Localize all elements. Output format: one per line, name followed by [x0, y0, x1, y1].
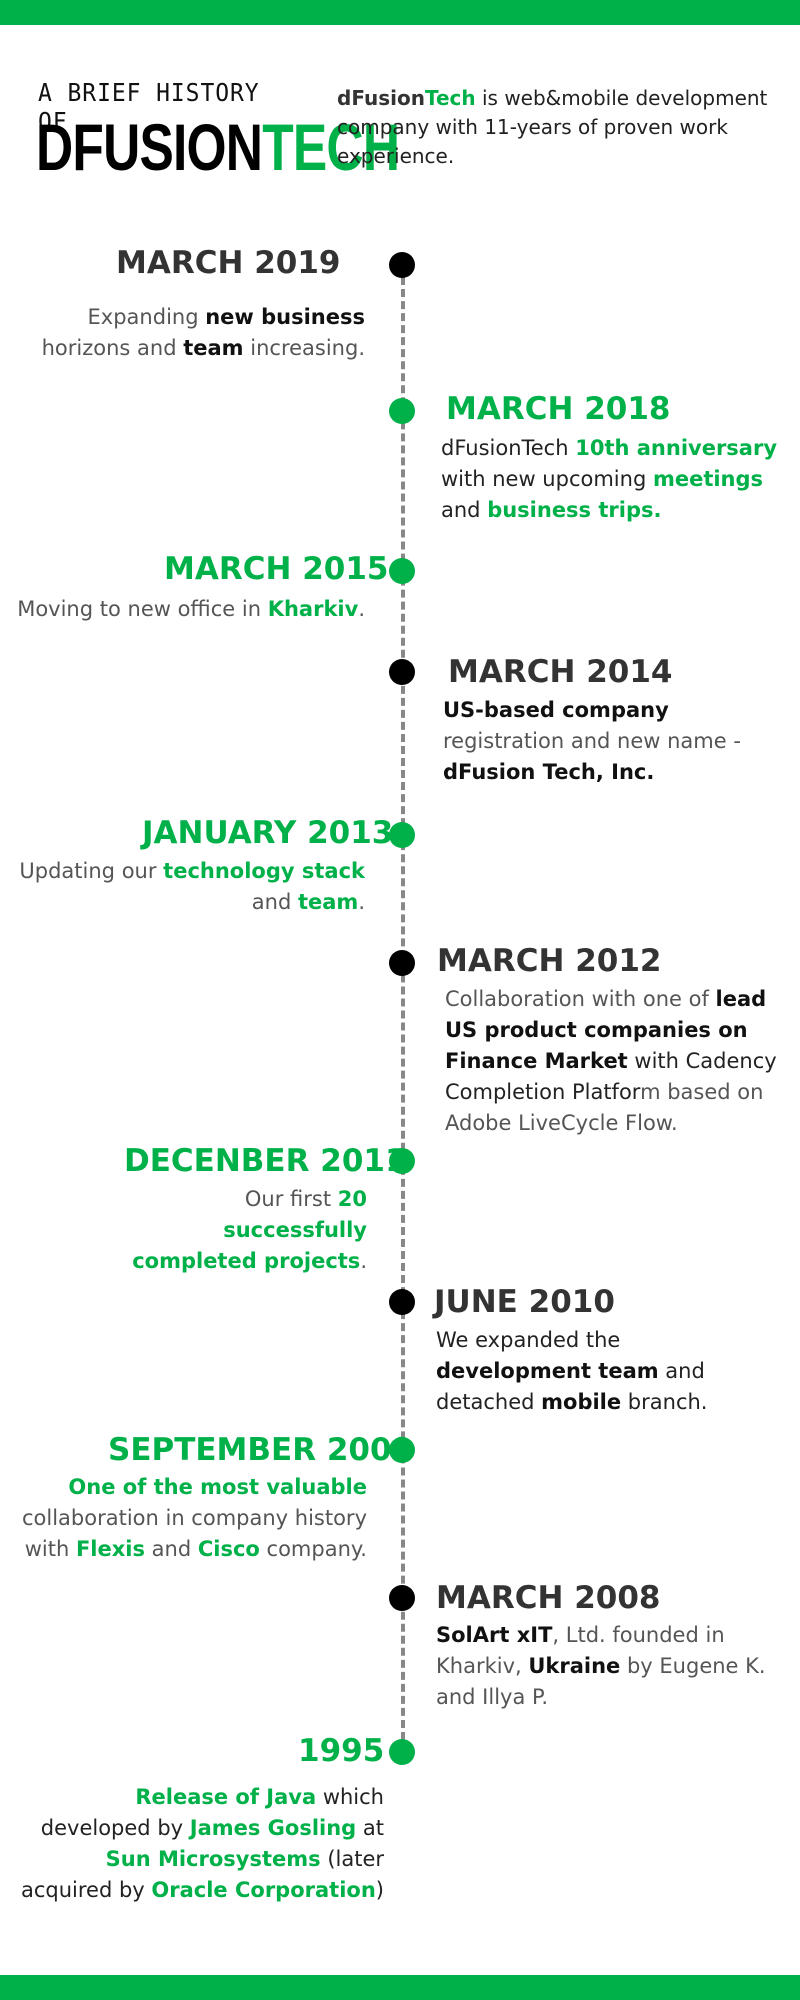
event-description: SolArt xIT, Ltd. founded in Kharkiv, Ukr…: [436, 1623, 766, 1709]
event-date: MARCH 2018: [446, 391, 671, 427]
event-description: Our first 20 successfully completed proj…: [132, 1187, 367, 1273]
intro-name-dfusion: dFusion: [337, 86, 425, 110]
event-description: Expanding new business horizons and team…: [41, 305, 365, 360]
top-accent-bar: [0, 0, 800, 25]
event-date: MARCH 2014: [448, 654, 673, 690]
event-date: MARCH 2019: [116, 245, 341, 281]
timeline-dot: [389, 252, 415, 278]
logo-part-dfusion: DFUSION: [36, 110, 263, 184]
timeline-dot: [389, 659, 415, 685]
company-intro: dFusionTech is web&mobile development co…: [337, 84, 777, 171]
event-description: dFusionTech 10th anniversary with new up…: [441, 436, 778, 522]
event-date: MARCH 2008: [436, 1580, 661, 1616]
event-description: One of the most valuable collaboration i…: [21, 1475, 367, 1561]
event-date: DECENBER 2011: [124, 1143, 407, 1179]
event-description: We expanded the development team and det…: [436, 1328, 708, 1414]
event-description: Updating our technology stack and team.: [19, 859, 365, 914]
event-date: JUNE 2010: [434, 1284, 615, 1320]
timeline-line: [401, 265, 405, 1752]
event-date: MARCH 2012: [437, 943, 662, 979]
event-date: JANUARY 2013: [142, 815, 394, 851]
event-description: Collaboration with one of lead US produc…: [445, 987, 777, 1135]
timeline-dot: [389, 1739, 415, 1765]
event-description: Release of Java which developed by James…: [20, 1785, 384, 1902]
intro-name-tech: Tech: [424, 86, 476, 110]
timeline-dot: [389, 398, 415, 424]
timeline-dot: [389, 1289, 415, 1315]
event-date: SEPTEMBER 2009: [108, 1432, 414, 1468]
event-description: Moving to new office in Kharkiv.: [17, 597, 365, 621]
bottom-accent-bar: [0, 1975, 800, 2000]
timeline-dot: [389, 1585, 415, 1611]
timeline-dot: [389, 558, 415, 584]
event-date: MARCH 2015: [164, 551, 389, 587]
event-date: 1995: [298, 1733, 385, 1769]
timeline-dot: [389, 950, 415, 976]
event-description: US-based company registration and new na…: [443, 698, 741, 784]
